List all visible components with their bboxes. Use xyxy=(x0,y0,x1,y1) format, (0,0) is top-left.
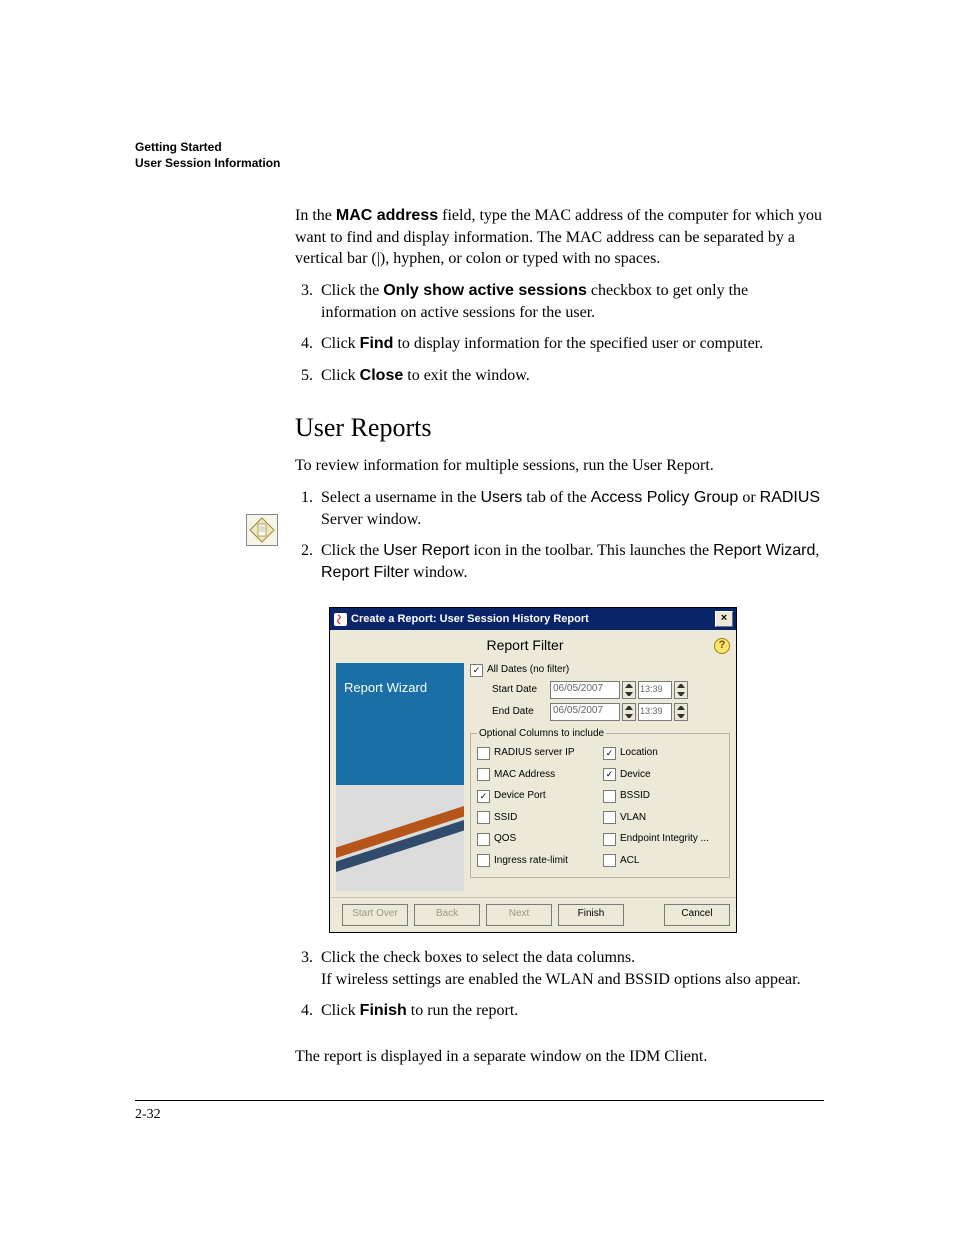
next-button[interactable]: Next xyxy=(486,904,552,926)
step-b4: Click Finish to run the report. xyxy=(317,1000,824,1022)
vlan-checkbox[interactable] xyxy=(603,811,616,824)
wizard-side-title: Report Wizard xyxy=(336,663,464,785)
step-4: Click Find to display information for th… xyxy=(317,333,824,355)
section-heading: User Reports xyxy=(295,410,824,445)
footer-rule xyxy=(135,1100,824,1101)
wizard-side-image xyxy=(336,785,464,891)
steps-list-b: Select a username in the Users tab of th… xyxy=(295,487,824,583)
help-icon[interactable]: ? xyxy=(714,638,730,654)
wizard-titlebar: Create a Report: User Session History Re… xyxy=(330,608,736,630)
close-button[interactable]: × xyxy=(715,611,733,627)
wizard-subtitle: Report Filter xyxy=(336,636,714,655)
ssid-checkbox[interactable] xyxy=(477,811,490,824)
mac-address-bold: MAC address xyxy=(336,207,438,224)
step-b3: Click the check boxes to select the data… xyxy=(317,947,824,990)
bssid-checkbox[interactable] xyxy=(603,790,616,803)
step-b1: Select a username in the Users tab of th… xyxy=(317,487,824,530)
finish-button[interactable]: Finish xyxy=(558,904,624,926)
step-3: Click the Only show active sessions chec… xyxy=(317,280,824,323)
start-date-spinner[interactable] xyxy=(622,681,636,699)
closing-paragraph: The report is displayed in a separate wi… xyxy=(295,1046,824,1068)
end-date-spinner[interactable] xyxy=(622,703,636,721)
note-icon xyxy=(246,514,278,546)
ingress-checkbox[interactable] xyxy=(477,854,490,867)
start-time-spinner[interactable] xyxy=(674,681,688,699)
device-checkbox[interactable]: ✓ xyxy=(603,768,616,781)
step-5: Click Close to exit the window. xyxy=(317,365,824,387)
optional-columns-fieldset: Optional Columns to include RADIUS serve… xyxy=(470,727,730,879)
start-date-label: Start Date xyxy=(492,683,548,697)
header-line2: User Session Information xyxy=(135,156,824,172)
running-header: Getting Started User Session Information xyxy=(135,140,824,171)
mac-checkbox[interactable] xyxy=(477,768,490,781)
mac-address-paragraph: In the MAC address field, type the MAC a… xyxy=(295,205,824,270)
end-time-input[interactable]: 13:39 xyxy=(638,703,672,721)
location-checkbox[interactable]: ✓ xyxy=(603,747,616,760)
wizard-figure: Create a Report: User Session History Re… xyxy=(329,607,824,933)
start-over-button[interactable]: Start Over xyxy=(342,904,408,926)
java-icon xyxy=(334,613,347,626)
step-b2: Click the User Report icon in the toolba… xyxy=(317,540,824,583)
end-date-input[interactable]: 06/05/2007 xyxy=(550,703,620,721)
report-wizard-window: Create a Report: User Session History Re… xyxy=(329,607,737,933)
start-date-input[interactable]: 06/05/2007 xyxy=(550,681,620,699)
all-dates-label: All Dates (no filter) xyxy=(487,663,569,677)
start-time-input[interactable]: 13:39 xyxy=(638,681,672,699)
deviceport-checkbox[interactable]: ✓ xyxy=(477,790,490,803)
wizard-title: Create a Report: User Session History Re… xyxy=(351,612,589,627)
radius-checkbox[interactable] xyxy=(477,747,490,760)
cancel-button[interactable]: Cancel xyxy=(664,904,730,926)
page-number: 2-32 xyxy=(135,1107,824,1123)
section-intro: To review information for multiple sessi… xyxy=(295,455,824,477)
endpoint-checkbox[interactable] xyxy=(603,833,616,846)
acl-checkbox[interactable] xyxy=(603,854,616,867)
steps-list-b-cont: Click the check boxes to select the data… xyxy=(295,947,824,1022)
back-button[interactable]: Back xyxy=(414,904,480,926)
steps-list-a: Click the Only show active sessions chec… xyxy=(295,280,824,386)
all-dates-checkbox[interactable]: ✓ xyxy=(470,664,483,677)
qos-checkbox[interactable] xyxy=(477,833,490,846)
header-line1: Getting Started xyxy=(135,140,824,156)
end-date-label: End Date xyxy=(492,705,548,719)
optional-columns-legend: Optional Columns to include xyxy=(477,727,606,741)
end-time-spinner[interactable] xyxy=(674,703,688,721)
